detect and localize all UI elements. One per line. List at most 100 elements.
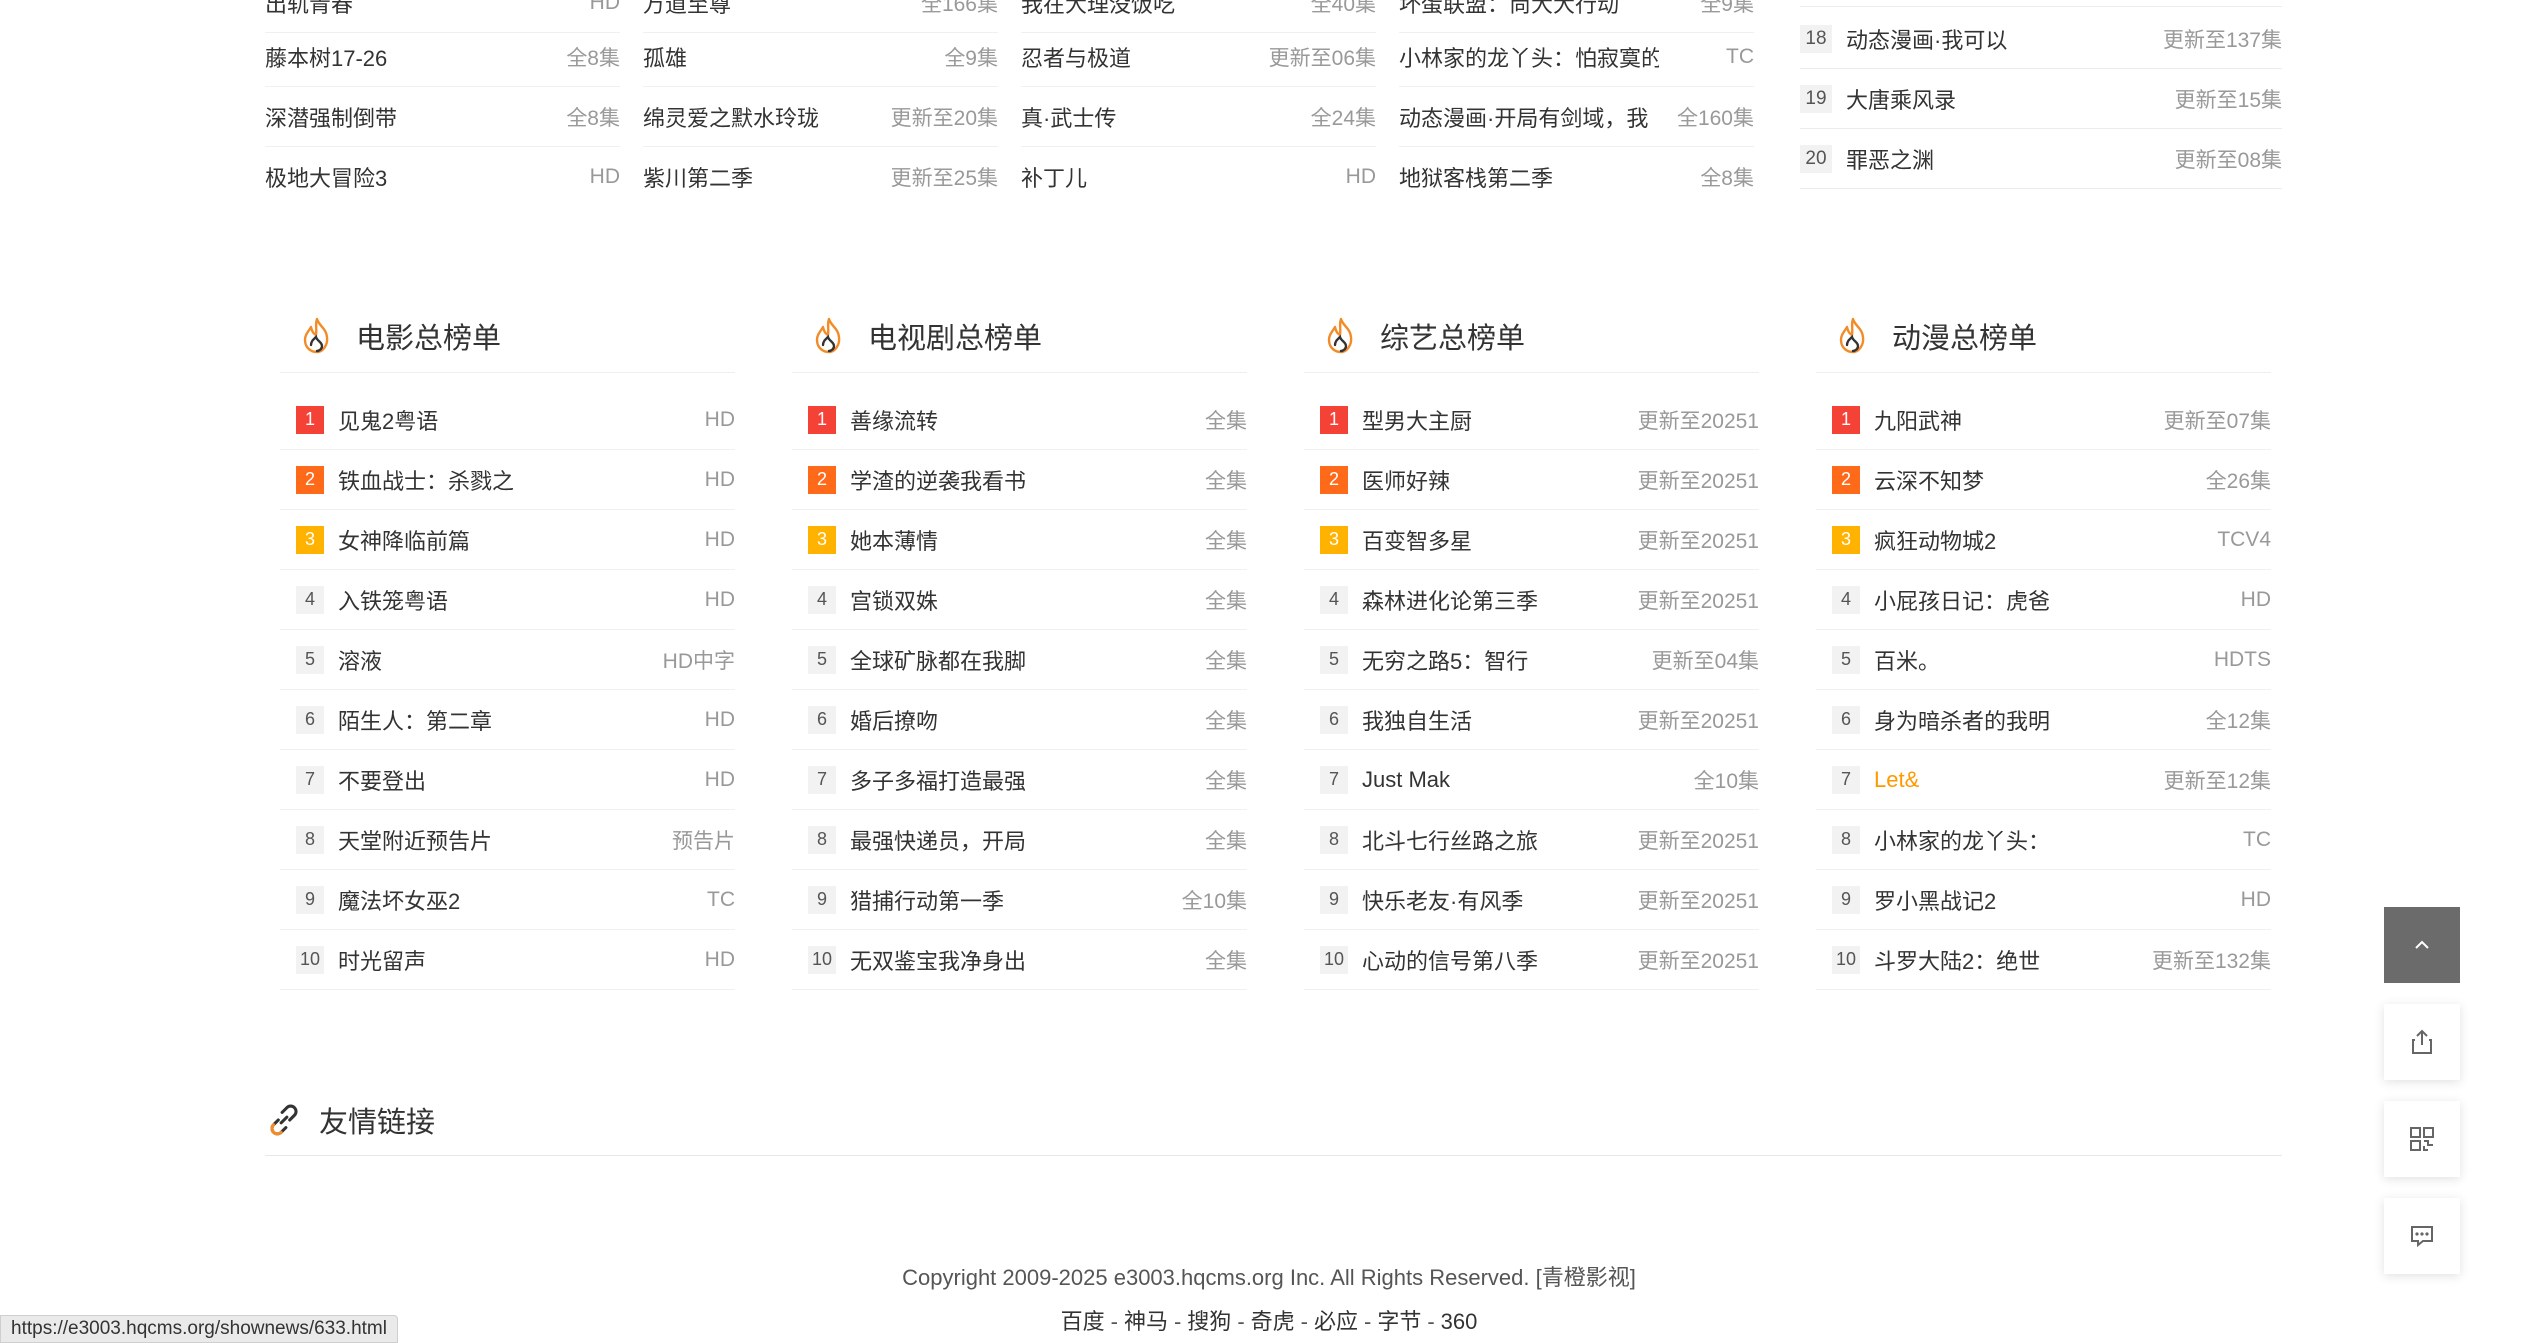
list-item[interactable]: 补丁儿 HD <box>1021 147 1376 207</box>
rank-title[interactable]: 婚后撩吻 <box>850 704 1205 736</box>
rank-title[interactable]: 大唐乘风录 <box>1846 83 2175 115</box>
rank-item[interactable]: 9 猎捕行动第一季 全10集 <box>792 870 1247 930</box>
item-title[interactable]: 孤雄 <box>643 41 687 73</box>
rank-title[interactable]: 九阳武神 <box>1874 404 2164 436</box>
item-title[interactable]: 小林家的龙丫头：怕寂寞的 <box>1399 41 1659 73</box>
rank-item[interactable]: 10 无双鉴宝我净身出 全集 <box>792 930 1247 990</box>
rank-title[interactable]: 百变智多星 <box>1362 524 1638 556</box>
rank-item[interactable]: 20 罪恶之渊 更新至08集 <box>1800 129 2282 189</box>
rank-item[interactable]: 3 百变智多星 更新至20251 <box>1304 510 1759 570</box>
rank-item[interactable]: 3 女神降临前篇 HD <box>280 510 735 570</box>
rank-title[interactable]: Just Mak <box>1362 767 1694 793</box>
list-item[interactable]: 孤雄 全9集 <box>643 27 998 87</box>
rank-title[interactable]: 百米。 <box>1874 644 2214 676</box>
rank-item[interactable]: 6 陌生人：第二章 HD <box>280 690 735 750</box>
item-title[interactable]: 紫川第二季 <box>643 161 753 193</box>
search-engine-link[interactable]: 必应 <box>1314 1309 1358 1334</box>
rank-title[interactable]: 多子多福打造最强 <box>850 764 1205 796</box>
list-item[interactable]: 深潜强制倒带 全8集 <box>265 87 620 147</box>
rank-title[interactable]: 罗小黑战记2 <box>1874 884 2241 916</box>
rank-item[interactable]: 7 Let& 更新至12集 <box>1816 750 2271 810</box>
qrcode-button[interactable] <box>2384 1101 2460 1177</box>
feedback-button[interactable] <box>2384 1198 2460 1274</box>
item-title[interactable]: 极地大冒险3 <box>265 161 387 193</box>
rank-title[interactable]: 女神降临前篇 <box>338 524 705 556</box>
rank-title[interactable]: 无穷之路5：智行 <box>1362 644 1652 676</box>
search-engine-link[interactable]: 百度 <box>1061 1309 1105 1334</box>
rank-title[interactable]: 心动的信号第八季 <box>1362 944 1638 976</box>
rank-title[interactable]: 北斗七行丝路之旅 <box>1362 824 1638 856</box>
rank-title[interactable]: 宫锁双姝 <box>850 584 1205 616</box>
rank-title[interactable]: 善缘流转 <box>850 404 1205 436</box>
rank-title[interactable]: 魔法坏女巫2 <box>338 884 707 916</box>
rank-item[interactable]: 4 入铁笼粤语 HD <box>280 570 735 630</box>
rank-title[interactable]: 罪恶之渊 <box>1846 143 2175 175</box>
rank-title[interactable]: 天堂附近预告片 <box>338 824 672 856</box>
list-item[interactable]: 紫川第二季 更新至25集 <box>643 147 998 207</box>
rank-title[interactable]: 陌生人：第二章 <box>338 704 705 736</box>
rank-title[interactable]: 见鬼2粤语 <box>338 404 705 436</box>
rank-item[interactable]: 6 我独自生活 更新至20251 <box>1304 690 1759 750</box>
search-engine-link[interactable]: 字节 <box>1377 1309 1421 1334</box>
item-title[interactable]: 我在大理没饭吃 <box>1021 0 1175 19</box>
list-item[interactable]: 忍者与极道 更新至06集 <box>1021 27 1376 87</box>
rank-item[interactable]: 7 多子多福打造最强 全集 <box>792 750 1247 810</box>
rank-title[interactable]: Let& <box>1874 767 2164 793</box>
rank-title[interactable]: 时光留声 <box>338 944 705 976</box>
item-title[interactable]: 地狱客栈第二季 <box>1399 161 1553 193</box>
rank-item[interactable]: 9 魔法坏女巫2 TC <box>280 870 735 930</box>
rank-item[interactable]: 9 罗小黑战记2 HD <box>1816 870 2271 930</box>
rank-title[interactable]: 溶液 <box>338 644 663 676</box>
rank-title[interactable]: 最强快递员，开局 <box>850 824 1205 856</box>
item-title[interactable]: 绵灵爱之默水玲珑 <box>643 101 819 133</box>
search-engine-link[interactable]: 搜狗 <box>1187 1309 1231 1334</box>
rank-item[interactable]: 9 快乐老友·有风季 更新至20251 <box>1304 870 1759 930</box>
rank-item[interactable]: 3 她本薄情 全集 <box>792 510 1247 570</box>
rank-title[interactable]: 学渣的逆袭我看书 <box>850 464 1205 496</box>
rank-title[interactable]: 小屁孩日记：虎爸 <box>1874 584 2241 616</box>
rank-item[interactable]: 5 百米。 HDTS <box>1816 630 2271 690</box>
rank-title[interactable]: 型男大主厨 <box>1362 404 1638 436</box>
rank-title[interactable]: 不要登出 <box>338 764 705 796</box>
rank-title[interactable]: 无双鉴宝我净身出 <box>850 944 1205 976</box>
rank-item[interactable]: 2 医师好辣 更新至20251 <box>1304 450 1759 510</box>
rank-item[interactable]: 1 善缘流转 全集 <box>792 390 1247 450</box>
rank-item[interactable]: 7 Just Mak 全10集 <box>1304 750 1759 810</box>
rank-title[interactable]: 医师好辣 <box>1362 464 1638 496</box>
back-to-top-button[interactable] <box>2384 907 2460 983</box>
list-item[interactable]: 极地大冒险3 HD <box>265 147 620 207</box>
rank-item[interactable]: 1 型男大主厨 更新至20251 <box>1304 390 1759 450</box>
list-item[interactable]: 藤本树17-26 全8集 <box>265 27 620 87</box>
rank-title[interactable]: 小林家的龙丫头： <box>1874 824 2243 856</box>
rank-title[interactable]: 快乐老友·有风季 <box>1362 884 1638 916</box>
rank-item[interactable]: 5 无穷之路5：智行 更新至04集 <box>1304 630 1759 690</box>
rank-item[interactable]: 8 小林家的龙丫头： TC <box>1816 810 2271 870</box>
rank-title[interactable]: 我独自生活 <box>1362 704 1638 736</box>
rank-item[interactable]: 10 斗罗大陆2：绝世 更新至132集 <box>1816 930 2271 990</box>
list-item[interactable]: 小林家的龙丫头：怕寂寞的 TC <box>1399 27 1754 87</box>
rank-title[interactable]: 猎捕行动第一季 <box>850 884 1182 916</box>
item-title[interactable]: 出轨青春 <box>265 0 353 19</box>
item-title[interactable]: 藤本树17-26 <box>265 41 387 73</box>
rank-title[interactable]: 云深不知梦 <box>1874 464 2206 496</box>
rank-item[interactable]: 10 时光留声 HD <box>280 930 735 990</box>
search-engine-link[interactable]: 神马 <box>1124 1309 1168 1334</box>
rank-item[interactable]: 5 全球矿脉都在我脚 全集 <box>792 630 1247 690</box>
rank-item[interactable]: 8 北斗七行丝路之旅 更新至20251 <box>1304 810 1759 870</box>
rank-title[interactable]: 全球矿脉都在我脚 <box>850 644 1205 676</box>
rank-item[interactable]: 1 九阳武神 更新至07集 <box>1816 390 2271 450</box>
rank-item[interactable]: 7 不要登出 HD <box>280 750 735 810</box>
rank-title[interactable]: 身为暗杀者的我明 <box>1874 704 2206 736</box>
rank-item[interactable]: 2 云深不知梦 全26集 <box>1816 450 2271 510</box>
rank-title[interactable]: 动态漫画·我可以 <box>1846 23 2163 55</box>
share-button[interactable] <box>2384 1004 2460 1080</box>
rank-item[interactable]: 8 天堂附近预告片 预告片 <box>280 810 735 870</box>
rank-item[interactable]: 6 婚后撩吻 全集 <box>792 690 1247 750</box>
rank-item[interactable]: 3 疯狂动物城2 TCV4 <box>1816 510 2271 570</box>
list-item[interactable]: 地狱客栈第二季 全8集 <box>1399 147 1754 207</box>
rank-title[interactable]: 斗罗大陆2：绝世 <box>1874 944 2152 976</box>
list-item[interactable]: 真·武士传 全24集 <box>1021 87 1376 147</box>
item-title[interactable]: 忍者与极道 <box>1021 41 1131 73</box>
item-title[interactable]: 深潜强制倒带 <box>265 101 397 133</box>
rank-title[interactable]: 入铁笼粤语 <box>338 584 705 616</box>
